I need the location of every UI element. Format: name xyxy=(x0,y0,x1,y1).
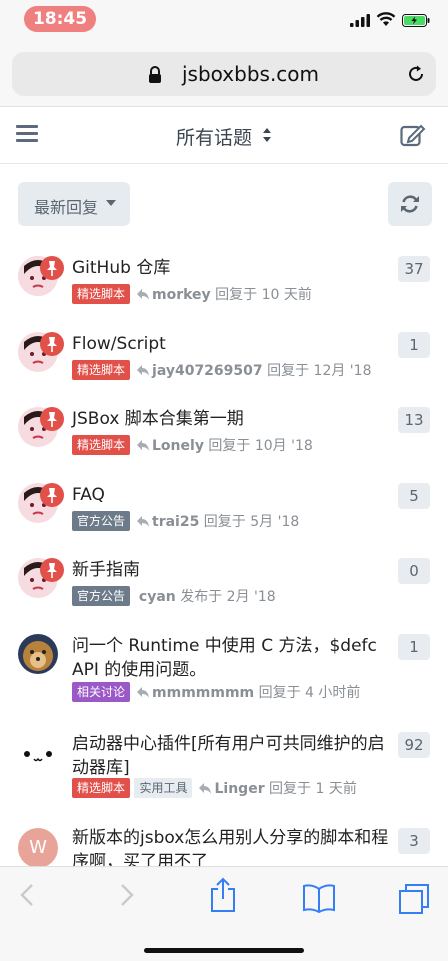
reply-count: 3 xyxy=(398,828,430,854)
topic-title[interactable]: GitHub 仓库 xyxy=(72,256,392,280)
tag-badge[interactable]: 实用工具 xyxy=(134,778,193,798)
reply-count: 92 xyxy=(398,732,430,758)
topic-meta: 精选脚本 Lonely 回复于 10月 '18 xyxy=(72,435,313,455)
username-link[interactable]: Lonely xyxy=(152,438,204,454)
avatar[interactable] xyxy=(18,732,58,772)
menu-icon[interactable] xyxy=(16,125,38,143)
topic-meta: 官方公告 cyan 发布于 2月 '18 xyxy=(72,586,276,606)
topic-row[interactable]: FAQ 官方公告 trai25 回复于 5月 '18 5 xyxy=(0,477,448,539)
tabs-icon[interactable] xyxy=(398,883,430,915)
topic-title[interactable]: JSBox 脚本合集第一期 xyxy=(72,407,392,431)
activity-text: 回复于 4 小时前 xyxy=(258,685,361,701)
sort-dropdown-label: 最新回复 xyxy=(34,198,99,217)
battery-charging-icon xyxy=(402,14,430,27)
reply-icon xyxy=(137,687,150,698)
refresh-icon xyxy=(401,195,419,213)
topic-title[interactable]: 启动器中心插件[所有用户可共同维护的启 动器库] xyxy=(72,732,392,780)
username-link[interactable]: jay407269507 xyxy=(152,363,263,379)
cellular-signal-icon xyxy=(350,14,370,27)
activity-text: 回复于 12月 '18 xyxy=(267,363,372,379)
forum-header: 所有话题 xyxy=(0,107,448,164)
reply-count: 37 xyxy=(398,256,430,282)
topic-title-line: 动器库] xyxy=(72,758,130,778)
pin-icon xyxy=(40,558,64,582)
bookmarks-icon[interactable] xyxy=(302,883,336,913)
category-badge[interactable]: 官方公告 xyxy=(72,586,131,606)
category-badge[interactable]: 相关讨论 xyxy=(72,682,131,702)
reply-icon xyxy=(199,783,212,794)
reply-count: 5 xyxy=(398,483,430,509)
topic-title-line: API 的使用问题。 xyxy=(72,660,207,680)
reply-count: 1 xyxy=(398,634,430,660)
sort-dropdown-button[interactable]: 最新回复 xyxy=(18,182,130,226)
topic-meta: 相关讨论 mmmmmmm 回复于 4 小时前 xyxy=(72,682,360,702)
activity-text: 发布于 2月 '18 xyxy=(180,589,276,605)
topic-row[interactable]: 新手指南 官方公告 cyan 发布于 2月 '18 0 xyxy=(0,552,448,614)
topic-row[interactable]: 启动器中心插件[所有用户可共同维护的启 动器库] 精选脚本 实用工具 Linger… xyxy=(0,726,448,802)
username-link[interactable]: cyan xyxy=(139,589,176,605)
category-badge[interactable]: 精选脚本 xyxy=(72,435,131,455)
avatar[interactable] xyxy=(18,634,58,674)
topic-title[interactable]: 新手指南 xyxy=(72,558,392,582)
topic-row[interactable]: Flow/Script 精选脚本 jay407269507 回复于 12月 '18… xyxy=(0,326,448,388)
pin-icon xyxy=(40,332,64,356)
share-icon[interactable] xyxy=(208,877,238,913)
pin-icon xyxy=(40,483,64,507)
topic-meta: 精选脚本 morkey 回复于 10 天前 xyxy=(72,284,312,304)
page-title[interactable]: 所有话题 xyxy=(176,123,252,150)
topic-title-line: 启动器中心插件[所有用户可共同维护的启 xyxy=(72,734,385,754)
reply-icon xyxy=(137,440,150,451)
wifi-icon xyxy=(376,12,396,26)
activity-text: 回复于 10月 '18 xyxy=(208,438,313,454)
topic-title[interactable]: FAQ xyxy=(72,483,392,507)
browser-address-area: jsboxbbs.com xyxy=(0,40,448,107)
username-link[interactable]: trai25 xyxy=(152,514,199,530)
pin-icon xyxy=(40,407,64,431)
reply-count: 1 xyxy=(398,332,430,358)
activity-text: 回复于 1 天前 xyxy=(269,781,357,797)
username-link[interactable]: morkey xyxy=(152,287,211,303)
topic-row[interactable]: JSBox 脚本合集第一期 精选脚本 Lonely 回复于 10月 '18 13 xyxy=(0,401,448,463)
reply-icon xyxy=(137,289,150,300)
username-link[interactable]: mmmmmmm xyxy=(152,685,254,701)
category-badge[interactable]: 精选脚本 xyxy=(72,778,131,798)
topic-meta: 官方公告 trai25 回复于 5月 '18 xyxy=(72,511,299,531)
lock-icon xyxy=(149,66,161,83)
reply-icon xyxy=(137,365,150,376)
topic-title[interactable]: Flow/Script xyxy=(72,332,392,356)
forward-icon[interactable] xyxy=(114,881,138,909)
chevron-down-icon xyxy=(106,200,116,206)
category-badge[interactable]: 精选脚本 xyxy=(72,284,131,304)
address-bar[interactable]: jsboxbbs.com xyxy=(12,52,436,96)
topic-row[interactable]: 问一个 Runtime 中使用 C 方法，$defc API 的使用问题。 相关… xyxy=(0,628,448,704)
activity-text: 回复于 10 天前 xyxy=(215,287,312,303)
pin-icon xyxy=(40,256,64,280)
back-icon[interactable] xyxy=(16,881,40,909)
activity-text: 回复于 5月 '18 xyxy=(203,514,300,530)
topic-meta: 精选脚本 实用工具 Linger 回复于 1 天前 xyxy=(72,778,357,798)
reply-count: 13 xyxy=(398,407,430,433)
topic-row[interactable]: GitHub 仓库 精选脚本 morkey 回复于 10 天前 37 xyxy=(0,250,448,312)
topic-title-line: 问一个 Runtime 中使用 C 方法，$defc xyxy=(72,636,377,656)
topic-title[interactable]: 问一个 Runtime 中使用 C 方法，$defc API 的使用问题。 xyxy=(72,634,392,682)
status-time: 18:45 xyxy=(32,9,88,29)
reload-icon[interactable] xyxy=(406,64,426,84)
status-bar: 18:45 xyxy=(0,0,448,40)
reply-icon xyxy=(137,516,150,527)
avatar-letter: W xyxy=(29,837,47,858)
category-badge[interactable]: 精选脚本 xyxy=(72,360,131,380)
url-text: jsboxbbs.com xyxy=(182,62,320,86)
topic-meta: 精选脚本 jay407269507 回复于 12月 '18 xyxy=(72,360,371,380)
topic-title-line: 新版本的jsbox怎么用别人分享的脚本和程 xyxy=(72,828,389,848)
username-link[interactable]: Linger xyxy=(214,781,264,797)
sort-caret-icon[interactable] xyxy=(262,127,272,143)
refresh-button[interactable] xyxy=(388,182,432,226)
browser-toolbar xyxy=(0,866,448,961)
category-badge[interactable]: 官方公告 xyxy=(72,511,131,531)
home-indicator xyxy=(144,948,304,953)
compose-icon[interactable] xyxy=(400,123,426,147)
avatar[interactable]: W xyxy=(18,828,58,868)
reply-count: 0 xyxy=(398,558,430,584)
